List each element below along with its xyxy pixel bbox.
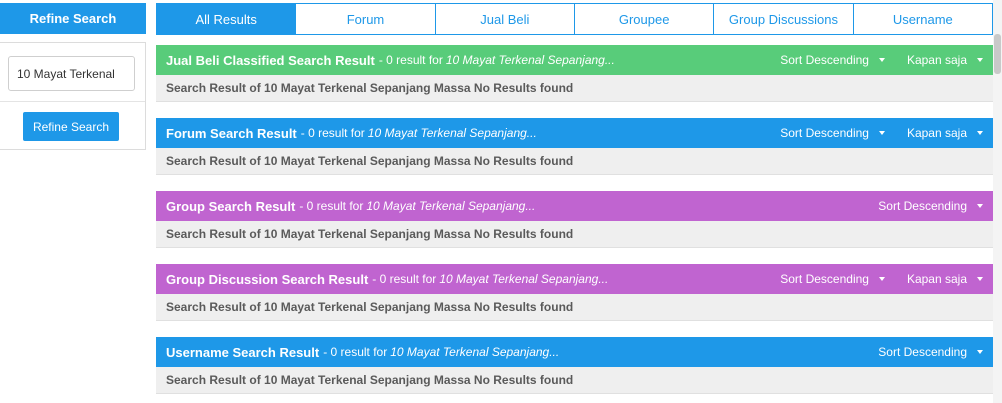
tab-forum[interactable]: Forum: [295, 4, 435, 34]
sort-dropdown[interactable]: Sort Descending: [878, 345, 983, 359]
sort-dropdown[interactable]: Sort Descending: [878, 199, 983, 213]
result-count: - 0 result for: [300, 126, 365, 140]
caret-down-icon: [977, 277, 983, 281]
sort-dropdown[interactable]: Sort Descending: [780, 126, 885, 140]
section-header: Jual Beli Classified Search Result - 0 r…: [156, 45, 993, 75]
caret-down-icon: [977, 350, 983, 354]
section-body: Search Result of 10 Mayat Terkenal Sepan…: [156, 75, 993, 102]
caret-down-icon: [878, 277, 885, 281]
section-header: Group Search Result - 0 result for 10 Ma…: [156, 191, 993, 221]
section-body: Search Result of 10 Mayat Terkenal Sepan…: [156, 148, 993, 175]
tab-group-discussions[interactable]: Group Discussions: [713, 4, 853, 34]
result-tabs: All Results Forum Jual Beli Groupee Grou…: [156, 3, 993, 35]
section-title: Forum Search Result: [166, 125, 297, 141]
search-input[interactable]: [8, 56, 135, 91]
result-count: - 0 result for: [323, 345, 388, 359]
section-body: Search Result of 10 Mayat Terkenal Sepan…: [156, 294, 993, 321]
sort-dropdown[interactable]: Sort Descending: [780, 53, 885, 67]
caret-down-icon: [977, 204, 983, 208]
search-query: 10 Mayat Terkenal Sepanjang...: [390, 345, 560, 359]
section-header: Group Discussion Search Result - 0 resul…: [156, 264, 993, 294]
time-dropdown[interactable]: Kapan saja: [907, 272, 983, 286]
result-count: - 0 result for: [378, 53, 443, 67]
caret-down-icon: [977, 131, 983, 135]
time-label: Kapan saja: [906, 53, 967, 67]
section-body: Search Result of 10 Mayat Terkenal Sepan…: [156, 367, 993, 394]
time-label: Kapan saja: [906, 126, 967, 140]
time-label: Kapan saja: [906, 272, 967, 286]
sort-label: Sort Descending: [878, 345, 967, 359]
sort-label: Sort Descending: [878, 199, 967, 213]
tab-groupee[interactable]: Groupee: [573, 4, 714, 34]
result-count: - 0 result for: [372, 272, 437, 286]
scrollbar-thumb[interactable]: [994, 34, 1001, 74]
group-discussion-result-section: Group Discussion Search Result - 0 resul…: [156, 264, 993, 321]
section-title: Group Search Result: [166, 198, 296, 214]
caret-down-icon: [878, 58, 885, 62]
search-query: 10 Mayat Terkenal Sepanjang...: [439, 272, 609, 286]
section-header: Username Search Result - 0 result for 10…: [156, 337, 993, 367]
tab-username[interactable]: Username: [852, 4, 992, 34]
sort-dropdown[interactable]: Sort Descending: [780, 272, 885, 286]
refine-search-button[interactable]: Refine Search: [23, 112, 119, 141]
group-result-section: Group Search Result - 0 result for 10 Ma…: [156, 191, 993, 248]
sort-label: Sort Descending: [780, 272, 869, 286]
search-query: 10 Mayat Terkenal Sepanjang...: [367, 126, 537, 140]
refine-search-header: Refine Search: [0, 3, 146, 34]
username-result-section: Username Search Result - 0 result for 10…: [156, 337, 993, 394]
divider: [0, 101, 145, 102]
jual-beli-result-section: Jual Beli Classified Search Result - 0 r…: [156, 45, 993, 102]
refine-search-panel: Refine Search: [0, 42, 146, 150]
caret-down-icon: [878, 131, 885, 135]
section-body: Search Result of 10 Mayat Terkenal Sepan…: [156, 221, 993, 248]
tab-jual-beli[interactable]: Jual Beli: [434, 4, 574, 34]
result-count: - 0 result for: [299, 199, 364, 213]
sort-label: Sort Descending: [780, 53, 869, 67]
search-query: 10 Mayat Terkenal Sepanjang...: [366, 199, 536, 213]
section-title: Username Search Result: [166, 344, 320, 360]
section-title: Group Discussion Search Result: [166, 271, 369, 287]
section-header: Forum Search Result - 0 result for 10 Ma…: [156, 118, 993, 148]
forum-result-section: Forum Search Result - 0 result for 10 Ma…: [156, 118, 993, 175]
tab-all-results[interactable]: All Results: [157, 4, 296, 34]
sort-label: Sort Descending: [780, 126, 869, 140]
time-dropdown[interactable]: Kapan saja: [907, 53, 983, 67]
time-dropdown[interactable]: Kapan saja: [907, 126, 983, 140]
search-query: 10 Mayat Terkenal Sepanjang...: [445, 53, 615, 67]
section-title: Jual Beli Classified Search Result: [166, 52, 375, 68]
caret-down-icon: [977, 58, 983, 62]
